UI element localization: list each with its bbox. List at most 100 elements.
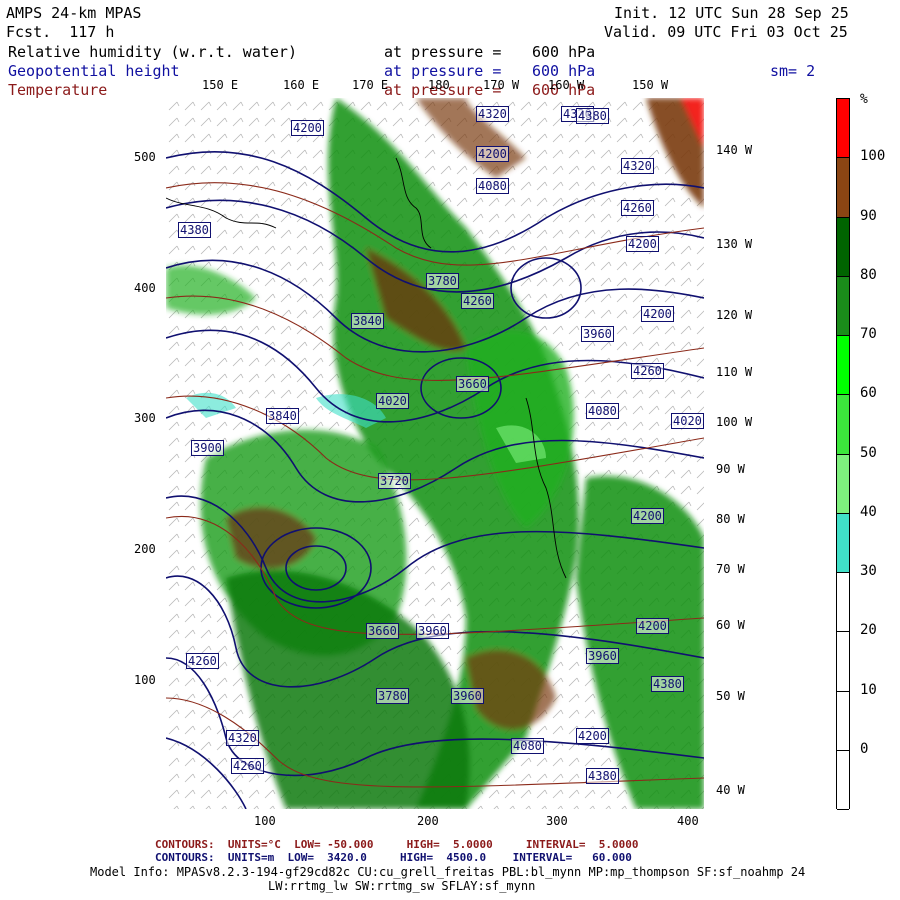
valid-time: Valid. 09 UTC Fri 03 Oct 25 xyxy=(604,23,848,41)
height-contour-label: 4380 xyxy=(586,768,619,784)
colorbar-label: 10 xyxy=(860,681,877,698)
y-tick-label: 200 xyxy=(134,542,156,556)
height-contour-label: 4320 xyxy=(621,158,654,174)
height-contour-label: 4200 xyxy=(626,236,659,252)
model-title: AMPS 24-km MPAS xyxy=(6,4,142,22)
colorbar-segment xyxy=(837,573,849,633)
lon-label-right: 90 W xyxy=(716,462,745,476)
y-tick-label: 300 xyxy=(134,411,156,425)
lon-label-top: 170 W xyxy=(483,78,520,92)
forecast-hour: Fcst. 117 h xyxy=(6,23,115,41)
height-contour-label: 4200 xyxy=(291,120,324,136)
height-contour-label: 4020 xyxy=(671,413,704,429)
height-contour-label: 3720 xyxy=(378,473,411,489)
colorbar-segment xyxy=(837,99,849,159)
colorbar-segment xyxy=(837,513,849,573)
height-contour-label: 3840 xyxy=(351,313,384,329)
height-contour-label: 4200 xyxy=(576,728,609,744)
height-contour-label: 3660 xyxy=(456,376,489,392)
height-contour-label: 3960 xyxy=(586,648,619,664)
lon-label-top: 160 W xyxy=(548,78,585,92)
height-contour-label: 4320 xyxy=(476,106,509,122)
colorbar-segment xyxy=(837,395,849,455)
lon-label-right: 120 W xyxy=(716,308,753,322)
height-contour-label: 4380 xyxy=(576,108,609,124)
pressure-label-1: at pressure = xyxy=(384,43,502,61)
lon-label-right: 110 W xyxy=(716,365,753,379)
height-contour-label: 4260 xyxy=(631,363,664,379)
lon-label-right: 60 W xyxy=(716,618,745,632)
x-tick-label: 400 xyxy=(677,814,699,828)
y-tick-label: 100 xyxy=(134,673,156,687)
x-tick-label: 100 xyxy=(254,814,276,828)
height-contour-label: 4260 xyxy=(231,758,264,774)
lon-label-right: 100 W xyxy=(716,415,753,429)
height-contour-label: 4200 xyxy=(476,146,509,162)
lon-label-top: 150 W xyxy=(632,78,669,92)
height-contour-label: 3960 xyxy=(581,326,614,342)
lon-label-right: 80 W xyxy=(716,512,745,526)
lon-label-right: 40 W xyxy=(716,783,745,797)
height-contour-label: 4260 xyxy=(461,293,494,309)
footer-height-contours: CONTOURS: UNITS=m LOW= 3420.0 HIGH= 4500… xyxy=(155,851,632,864)
height-contour-label: 4380 xyxy=(651,676,684,692)
map-panel: 4320 4320 4200 4200 4080 4320 4260 4380 4200 3960… xyxy=(166,98,704,809)
colorbar-segment xyxy=(837,691,849,751)
height-contour-label: 4200 xyxy=(641,306,674,322)
y-tick-label: 500 xyxy=(134,150,156,164)
colorbar-label: 100 xyxy=(860,148,886,165)
height-contour-label: 3780 xyxy=(376,688,409,704)
lon-label-top: 160 E xyxy=(283,78,320,92)
lon-label-right: 130 W xyxy=(716,237,753,251)
colorbar-segment xyxy=(837,750,849,810)
footer-model-info: Model Info: MPASv8.2.3-194-gf29cd82c CU:… xyxy=(90,865,806,879)
colorbar-segment xyxy=(837,217,849,277)
lon-label-top: 150 E xyxy=(202,78,239,92)
lon-label-top: 170 E xyxy=(352,78,389,92)
colorbar-label: 60 xyxy=(860,385,877,402)
colorbar-segment xyxy=(837,276,849,336)
colorbar-segment xyxy=(837,454,849,514)
colorbar-segment xyxy=(837,632,849,692)
height-contour-label: 3900 xyxy=(191,440,224,456)
colorbar-label: 50 xyxy=(860,444,877,461)
height-contour-label: 3780 xyxy=(426,273,459,289)
height-contour-label: 4020 xyxy=(376,393,409,409)
height-contour-label: 4200 xyxy=(631,508,664,524)
init-time: Init. 12 UTC Sun 28 Sep 25 xyxy=(614,4,849,22)
height-contour-label: 4080 xyxy=(586,403,619,419)
colorbar-label: 0 xyxy=(860,740,869,757)
field-rh-label: Relative humidity (w.r.t. water) xyxy=(8,43,297,61)
lon-label-right: 140 W xyxy=(716,143,753,157)
colorbar-segment xyxy=(837,158,849,218)
colorbar-label: 90 xyxy=(860,207,877,224)
y-tick-label: 400 xyxy=(134,281,156,295)
x-tick-label: 300 xyxy=(546,814,568,828)
height-contour-label: 4200 xyxy=(636,618,669,634)
height-contour-label: 4320 xyxy=(226,730,259,746)
x-tick-label: 200 xyxy=(417,814,439,828)
field-height-label: Geopotential height xyxy=(8,62,180,80)
footer-model-info-2: LW:rrtmg_lw SW:rrtmg_sw SFLAY:sf_mynn xyxy=(268,879,536,893)
colorbar-unit: % xyxy=(860,92,868,107)
colorbar-label: 70 xyxy=(860,326,877,342)
colorbar-label: 40 xyxy=(860,503,877,520)
height-contour-label: 3960 xyxy=(416,623,449,639)
height-contour-label: 4380 xyxy=(178,222,211,238)
field-temp-label: Temperature xyxy=(8,81,108,99)
height-contour-label: 3660 xyxy=(366,623,399,639)
lon-label-top: 180 xyxy=(428,78,450,92)
pressure-value-1: 600 hPa xyxy=(532,43,596,61)
height-contour-label: 4260 xyxy=(186,653,219,669)
colorbar-segment xyxy=(837,336,849,396)
smoothing-label: sm= 2 xyxy=(770,62,816,80)
height-contour-label: 4080 xyxy=(511,738,544,754)
height-contour-label: 4080 xyxy=(476,178,509,194)
colorbar xyxy=(836,98,850,810)
height-contour-label: 3960 xyxy=(451,688,484,704)
height-contour-label: 4260 xyxy=(621,200,654,216)
colorbar-label: 30 xyxy=(860,563,877,579)
lon-label-right: 70 W xyxy=(716,562,745,576)
height-contour-label: 3840 xyxy=(266,408,299,424)
lon-label-right: 50 W xyxy=(716,689,745,703)
